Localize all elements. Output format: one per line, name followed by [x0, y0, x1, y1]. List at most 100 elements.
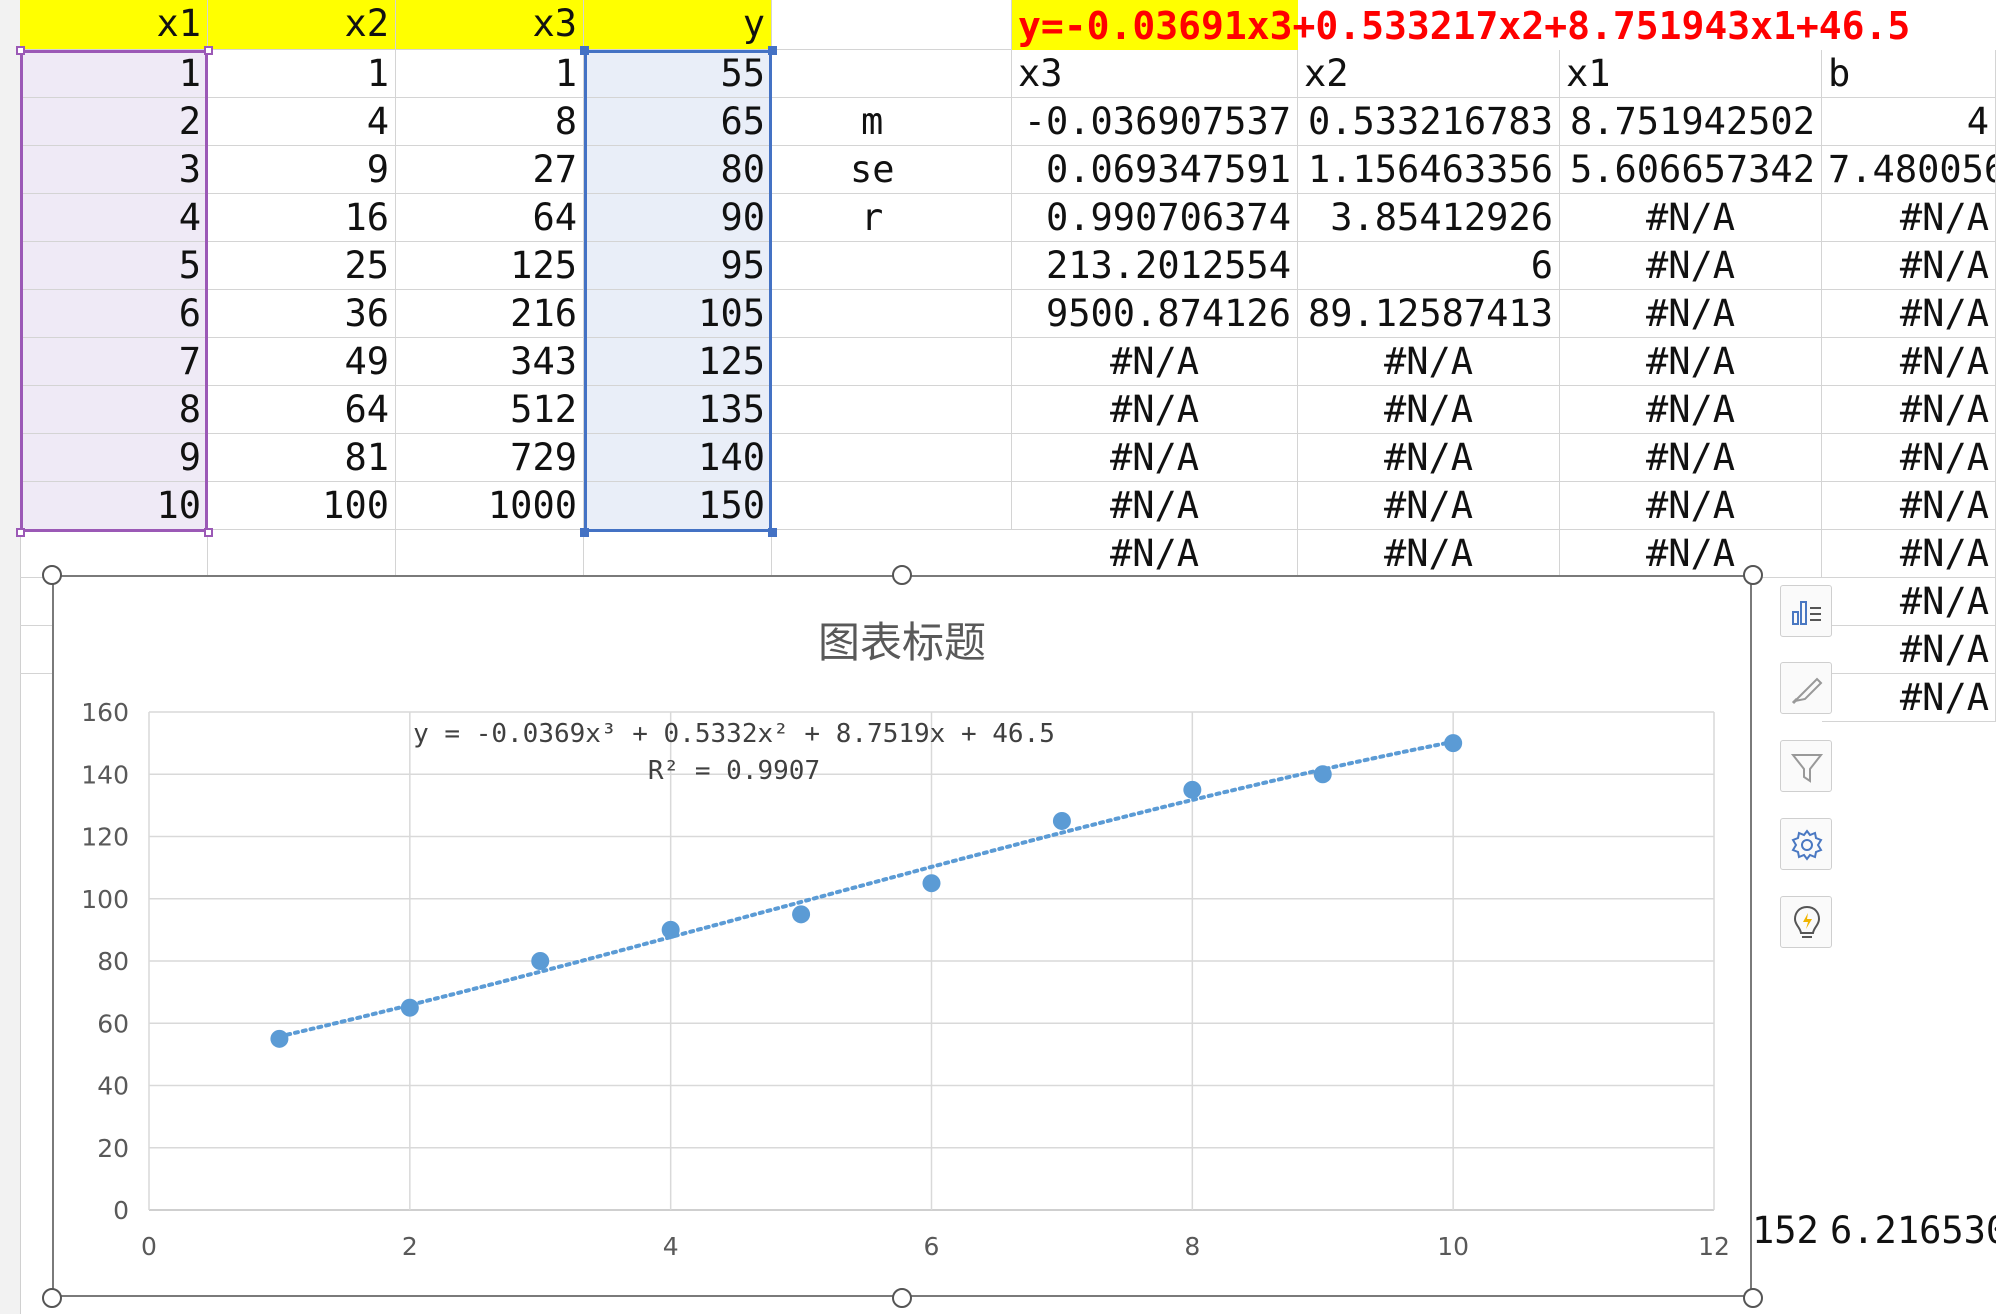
empty-cell[interactable]	[208, 530, 396, 578]
empty-cell[interactable]	[772, 386, 1012, 434]
linest-cell[interactable]: #N/A	[1822, 434, 1996, 482]
linest-header-x1[interactable]: x1	[1560, 50, 1822, 98]
cell-x1[interactable]: 7	[20, 338, 208, 386]
cell-y[interactable]: 65	[584, 98, 772, 146]
chart-style-button[interactable]	[1780, 662, 1832, 714]
cell-x1[interactable]: 8	[20, 386, 208, 434]
cell-y[interactable]: 80	[584, 146, 772, 194]
header-x1[interactable]: x1	[20, 0, 208, 50]
empty-cell[interactable]	[772, 338, 1012, 386]
cell-x1[interactable]: 4	[20, 194, 208, 242]
linest-cell[interactable]: 89.12587413	[1298, 290, 1560, 338]
linest-cell[interactable]: #N/A	[1298, 482, 1560, 530]
cell-x3[interactable]: 8	[396, 98, 584, 146]
linest-cell[interactable]: #N/A	[1012, 434, 1298, 482]
cell-x2[interactable]: 16	[208, 194, 396, 242]
resize-handle[interactable]	[1743, 1288, 1763, 1308]
linest-row-label[interactable]: r	[861, 194, 883, 241]
linest-cell[interactable]: #N/A	[1560, 338, 1822, 386]
linest-cell[interactable]: 6	[1298, 242, 1560, 290]
linest-cell[interactable]: -0.036907537	[1012, 98, 1298, 146]
cell-x3[interactable]: 343	[396, 338, 584, 386]
linest-cell[interactable]: 213.2012554	[1012, 242, 1298, 290]
linest-cell[interactable]: #N/A	[1822, 194, 1996, 242]
cell-value[interactable]: 6.216530	[1830, 1207, 1996, 1254]
linest-cell[interactable]: 0.533216783	[1298, 98, 1560, 146]
selection-handle[interactable]	[768, 528, 777, 537]
cell-x3[interactable]: 729	[396, 434, 584, 482]
empty-cell[interactable]	[772, 194, 1012, 242]
linest-cell[interactable]: #N/A	[1298, 530, 1560, 578]
selection-handle[interactable]	[16, 46, 25, 55]
linest-cell[interactable]: #N/A	[1560, 482, 1822, 530]
linest-cell[interactable]: #N/A	[1560, 434, 1822, 482]
linest-cell[interactable]: #N/A	[1560, 386, 1822, 434]
cell-x1[interactable]: 6	[20, 290, 208, 338]
linest-cell[interactable]: #N/A	[1298, 434, 1560, 482]
cell-x3[interactable]: 512	[396, 386, 584, 434]
chart-ideas-button[interactable]	[1780, 896, 1832, 948]
resize-handle[interactable]	[892, 1288, 912, 1308]
header-y[interactable]: y	[584, 0, 772, 50]
linest-cell[interactable]: #N/A	[1822, 338, 1996, 386]
cell-y[interactable]: 140	[584, 434, 772, 482]
cell-x1[interactable]: 3	[20, 146, 208, 194]
linest-cell[interactable]: 5.606657342	[1560, 146, 1822, 194]
cell-x2[interactable]: 100	[208, 482, 396, 530]
empty-cell[interactable]	[772, 242, 1012, 290]
regression-formula[interactable]: y=-0.03691x3+0.533217x2+8.751943x1+46.5	[1012, 0, 1996, 50]
empty-cell[interactable]	[396, 530, 584, 578]
cell-x3[interactable]: 1000	[396, 482, 584, 530]
empty-cell[interactable]	[772, 0, 1012, 50]
cell-y[interactable]: 105	[584, 290, 772, 338]
cell-x1[interactable]: 10	[20, 482, 208, 530]
cell-y[interactable]: 125	[584, 338, 772, 386]
resize-handle[interactable]	[1743, 565, 1763, 585]
cell-x2[interactable]: 49	[208, 338, 396, 386]
linest-cell[interactable]: #N/A	[1012, 386, 1298, 434]
cell-y[interactable]: 90	[584, 194, 772, 242]
linest-row-label[interactable]: m	[861, 98, 883, 145]
cell-value[interactable]: 152	[1752, 1207, 1819, 1254]
linest-cell[interactable]: 8.751942502	[1560, 98, 1822, 146]
cell-x1[interactable]: 9	[20, 434, 208, 482]
resize-handle[interactable]	[42, 1288, 62, 1308]
linest-cell[interactable]: 7.480056	[1822, 146, 1996, 194]
empty-cell[interactable]	[772, 290, 1012, 338]
linest-cell[interactable]: #N/A	[1822, 578, 1996, 626]
cell-x3[interactable]: 125	[396, 242, 584, 290]
cell-x3[interactable]: 216	[396, 290, 584, 338]
linest-cell[interactable]: 0.069347591	[1012, 146, 1298, 194]
linest-cell[interactable]: #N/A	[1560, 290, 1822, 338]
chart-settings-button[interactable]	[1780, 818, 1832, 870]
empty-cell[interactable]	[772, 50, 1012, 98]
linest-row-label[interactable]: se	[850, 146, 895, 193]
linest-cell[interactable]: #N/A	[1560, 530, 1822, 578]
linest-cell[interactable]: 4	[1822, 98, 1996, 146]
linest-cell[interactable]: 1.156463356	[1298, 146, 1560, 194]
linest-cell[interactable]: #N/A	[1560, 194, 1822, 242]
cell-x2[interactable]: 25	[208, 242, 396, 290]
cell-x3[interactable]: 27	[396, 146, 584, 194]
linest-cell[interactable]: #N/A	[1012, 530, 1298, 578]
selection-handle[interactable]	[768, 46, 777, 55]
header-x2[interactable]: x2	[208, 0, 396, 50]
linest-cell[interactable]: #N/A	[1822, 290, 1996, 338]
cell-x2[interactable]: 1	[208, 50, 396, 98]
cell-x2[interactable]: 36	[208, 290, 396, 338]
linest-cell[interactable]: #N/A	[1822, 386, 1996, 434]
linest-cell[interactable]: #N/A	[1298, 338, 1560, 386]
cell-y[interactable]: 150	[584, 482, 772, 530]
chart-elements-button[interactable]	[1780, 585, 1832, 637]
linest-cell[interactable]: 0.990706374	[1012, 194, 1298, 242]
empty-cell[interactable]	[772, 482, 1012, 530]
linest-cell[interactable]: #N/A	[1822, 482, 1996, 530]
linest-cell[interactable]: #N/A	[1012, 338, 1298, 386]
selection-handle[interactable]	[204, 528, 213, 537]
cell-x1[interactable]: 1	[20, 50, 208, 98]
empty-cell[interactable]	[584, 530, 772, 578]
linest-header-x3[interactable]: x3	[1012, 50, 1298, 98]
linest-cell[interactable]: #N/A	[1822, 626, 1996, 674]
linest-cell[interactable]: #N/A	[1298, 386, 1560, 434]
resize-handle[interactable]	[42, 565, 62, 585]
